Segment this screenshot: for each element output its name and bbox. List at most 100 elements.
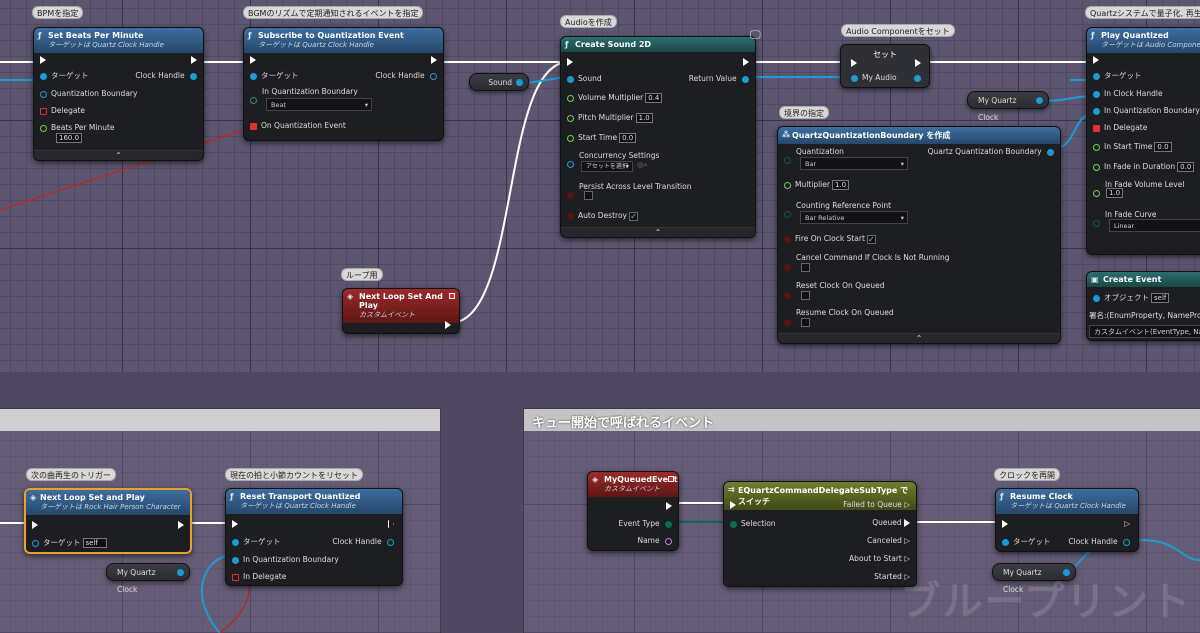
selection-pin[interactable]: Selection [730, 519, 776, 529]
target-pin[interactable]: ターゲット [1002, 537, 1051, 547]
pitch-value[interactable]: 1.0 [635, 113, 653, 123]
exec-out-pin[interactable] [915, 58, 921, 68]
node-create-sound-2d[interactable]: ƒ Create Sound 2D Sound Return Value Volu… [560, 36, 756, 238]
quantization-boundary-pin[interactable]: Quantization Boundary [40, 89, 137, 99]
blueprint-graph[interactable]: キュー開始で呼ばれるイベント BPMを指定 BGMのリズムで定期通知されるイベン… [0, 0, 1200, 633]
node-switch-on-subtype[interactable]: ⇉ EQuartzCommandDelegateSubType でスイッチ Sel… [723, 481, 917, 587]
variable-pin[interactable] [1036, 97, 1043, 104]
quantization-pin[interactable] [784, 155, 795, 165]
variable-sound[interactable]: Sound [469, 73, 529, 91]
bpm-pin[interactable]: Beats Per Minute [40, 123, 115, 133]
exec-out-pin[interactable]: ▷ [1124, 519, 1130, 529]
node-next-loop-custom-event[interactable]: ◈ Next Loop Set And Play カスタムイベント [342, 288, 460, 334]
counting-pin[interactable] [784, 209, 795, 219]
target-pin[interactable]: ターゲット [1093, 71, 1142, 81]
volume-pin[interactable]: Volume Multiplier 0.4 [567, 93, 663, 103]
comment-audio-component[interactable]: Audio Componentをセット [841, 24, 955, 37]
target-pin[interactable]: ターゲット self [32, 538, 107, 548]
object-value[interactable]: self [1151, 293, 1170, 303]
clock-handle-out-pin[interactable]: Clock Handle [332, 537, 394, 547]
collapse-arrow-icon[interactable]: ⌃ [778, 333, 1060, 343]
volume-value[interactable]: 0.4 [645, 93, 663, 103]
exec-out-pin[interactable] [191, 55, 197, 65]
browse-icon[interactable]: ◎⌕ [637, 160, 648, 170]
return-value-pin[interactable]: Return Value [689, 74, 749, 84]
variable-my-quartz-clock-bottom1[interactable]: My Quartz Clock [106, 563, 190, 594]
clock-handle-out-pin[interactable]: Clock Handle [135, 71, 197, 81]
collapse-arrow-icon[interactable]: ⌃ [34, 150, 203, 160]
persist-pin[interactable] [567, 190, 593, 200]
node-set-my-audio[interactable]: セット My Audio [840, 44, 930, 88]
object-pin[interactable]: オブジェクト self [1093, 293, 1170, 303]
exec-out-pin[interactable] [666, 501, 672, 511]
node-my-queued-event[interactable]: ◈ MyQueuedEvent カスタムイベント Event Type Name [587, 471, 679, 551]
event-type-pin[interactable]: Event Type [619, 519, 672, 529]
variable-my-quartz-clock-top[interactable]: My Quartz Clock [967, 91, 1049, 122]
collapse-arrow-icon[interactable]: ⌃ [561, 227, 755, 237]
exec-in-pin[interactable] [567, 57, 573, 67]
concurrency-pin[interactable] [567, 159, 578, 169]
boundary-out-pin[interactable]: Quartz Quantization Boundary [928, 147, 1054, 157]
in-boundary-pin[interactable]: In Quantization Boundary [232, 555, 339, 565]
pitch-pin[interactable]: Pitch Multiplier 1.0 [567, 113, 653, 123]
in-start-time-value[interactable]: 0.0 [1154, 142, 1172, 152]
queued-pin[interactable]: Queued [872, 518, 910, 528]
target-pin[interactable]: ターゲット [40, 71, 89, 81]
comment-next-trigger[interactable]: 次の曲再生のトリガー [26, 468, 116, 481]
comment-quantized[interactable]: Quartzシステムで量子化, 再生開 [1085, 6, 1200, 19]
exec-out-pin[interactable] [445, 320, 451, 330]
exec-out-pin[interactable] [431, 55, 437, 65]
node-create-event[interactable]: ▣Create Event オブジェクトself イ 署名:(EnumPrope… [1086, 271, 1200, 341]
fade-volume-pin[interactable]: 1.0 [1093, 188, 1124, 198]
fire-checkbox[interactable]: ✓ [866, 234, 876, 244]
cancel-pin[interactable] [784, 262, 810, 272]
fade-volume-value[interactable]: 1.0 [1106, 188, 1124, 198]
target-pin[interactable]: ターゲット [232, 537, 281, 547]
variable-pin[interactable] [516, 79, 523, 86]
in-start-time-pin[interactable]: In Start Time 0.0 [1093, 142, 1172, 152]
failed-to-queue-pin[interactable]: Failed to Queue ▷ [843, 500, 910, 510]
comment-loop[interactable]: ループ用 [341, 268, 383, 281]
fade-curve-pin[interactable] [1093, 218, 1104, 228]
multiplier-pin[interactable]: Multiplier 1.0 [784, 180, 850, 190]
auto-destroy-checkbox[interactable]: ✓ [628, 211, 638, 221]
bpm-value-field[interactable]: 160.0 [54, 133, 83, 143]
auto-destroy-pin[interactable]: Auto Destroy ✓ [567, 211, 638, 221]
exec-in-pin[interactable] [250, 55, 256, 65]
comment-boundary[interactable]: 境界の指定 [779, 106, 829, 119]
fire-on-clock-start-pin[interactable]: Fire On Clock Start ✓ [784, 234, 876, 244]
persist-checkbox[interactable] [584, 190, 593, 200]
fade-curve-dropdown[interactable]: Linear [1109, 219, 1200, 232]
exec-in-pin[interactable] [730, 500, 736, 510]
delegate-out-pin[interactable] [668, 476, 674, 482]
node-subscribe-quantization-event[interactable]: ƒ Subscribe to Quantization Event ターゲットは Q… [243, 27, 444, 141]
on-quantization-event-pin[interactable]: On Quantization Event [250, 121, 346, 131]
delegate-out-pin[interactable] [449, 293, 455, 299]
comment-reset[interactable]: 現在の拍と小節カウントをリセット [225, 468, 363, 481]
custom-event-dropdown[interactable]: カスタムイベント(EventType, Na [1089, 325, 1200, 338]
delegate-pin[interactable]: Delegate [40, 106, 85, 116]
exec-in-pin[interactable] [32, 520, 38, 530]
exec-out-pin[interactable] [178, 520, 184, 530]
comment-subscribe[interactable]: BGMのリズムで定期通知されるイベントを指定 [243, 6, 424, 19]
name-pin[interactable]: Name [637, 536, 672, 546]
start-time-pin[interactable]: Start Time 0.0 [567, 133, 637, 143]
node-set-beats-per-minute[interactable]: ƒ Set Beats Per Minute ターゲットは Quartz Clock… [33, 27, 204, 161]
counting-dropdown[interactable]: Bar Relative [800, 211, 908, 224]
comment-resume[interactable]: クロックを再開 [994, 468, 1060, 481]
target-value[interactable]: self [82, 538, 107, 548]
node-make-quantization-boundary[interactable]: ⁂ QuartzQuantizationBoundary を作成 Quantiza… [777, 126, 1061, 344]
about-to-start-pin[interactable]: About to Start ▷ [849, 554, 910, 564]
in-boundary-pin[interactable]: In Quantization Boundary [1093, 106, 1200, 116]
resume-checkbox[interactable] [801, 317, 810, 327]
concurrency-asset-picker[interactable]: アセットを選択 [581, 161, 633, 172]
exec-in-pin[interactable] [1093, 55, 1099, 65]
fade-duration-pin[interactable]: In Fade in Duration 0.0 [1093, 162, 1195, 172]
exec-out-pin[interactable] [388, 519, 394, 529]
in-delegate-pin[interactable]: In Delegate [1093, 123, 1147, 133]
comment-audio[interactable]: Audioを作成 [560, 15, 617, 28]
boundary-dropdown[interactable]: Beat [266, 98, 372, 111]
exec-out-pin[interactable] [743, 57, 749, 67]
node-reset-transport-quantized[interactable]: ƒ Reset Transport Quantized ターゲットは Quartz … [225, 488, 403, 586]
my-audio-pin[interactable]: My Audio [851, 73, 897, 83]
